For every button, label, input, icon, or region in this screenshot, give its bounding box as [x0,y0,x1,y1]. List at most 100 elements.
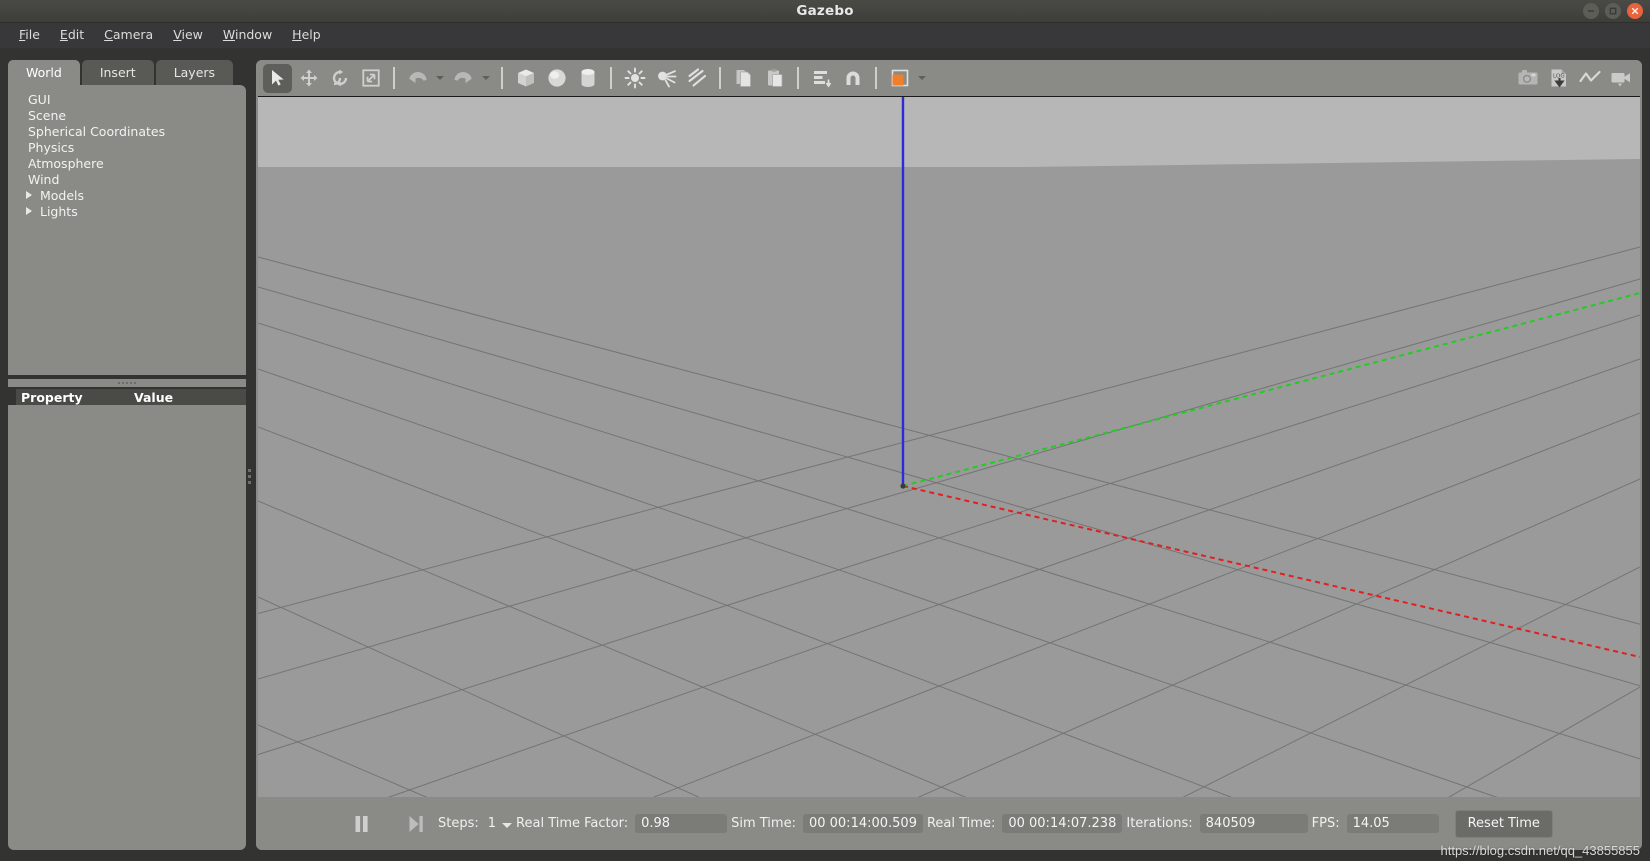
splitter-dot [122,382,124,384]
scale-icon [361,69,380,87]
expand-triangle-icon[interactable] [26,191,32,199]
tree-item-wind[interactable]: Wind [8,171,246,187]
chevron-down-icon [435,76,444,80]
iterations-value: 840509 [1199,814,1308,833]
step-forward-button[interactable] [402,811,428,837]
sim-time-label: Sim Time: [731,816,796,831]
tree-item-models[interactable]: Models [8,187,246,203]
chevron-down-icon [481,76,490,80]
insert-box-button[interactable] [511,64,540,93]
property-table-header: Property Value [16,389,246,405]
tree-item-label: Physics [28,139,75,155]
tab-world[interactable]: World [8,60,80,85]
step-forward-icon [409,815,423,832]
toolbar-separator [610,67,612,89]
redo-dropdown-button[interactable] [479,64,492,93]
tree-item-spherical-coordinates[interactable]: Spherical Coordinates [8,123,246,139]
column-header-property: Property [21,389,83,405]
cylinder-icon [581,69,594,87]
tab-layers[interactable]: Layers [155,60,234,85]
expand-triangle-icon[interactable] [26,207,32,215]
menu-edit[interactable]: Edit [51,25,93,46]
plot-line-icon [1578,70,1601,83]
menu-camera[interactable]: Camera [95,25,162,46]
insert-spot-light-button[interactable] [651,64,680,93]
insert-point-light-button[interactable] [620,64,649,93]
maximize-button[interactable] [1605,3,1621,19]
undo-arrow-icon [409,71,427,83]
menu-window[interactable]: Window [214,25,281,46]
close-button[interactable] [1627,3,1643,19]
reset-time-button[interactable]: Reset Time [1454,809,1553,838]
log-download-icon: LOG [1551,69,1566,88]
splitter-dot [126,382,128,384]
tree-item-label: Lights [40,203,78,219]
insert-sphere-button[interactable] [542,64,571,93]
redo-button[interactable] [449,64,478,93]
splitter-dot [134,382,136,384]
tree-item-lights[interactable]: Lights [8,203,246,219]
steps-dropdown-icon[interactable] [502,822,513,828]
steps-label: Steps: [438,816,479,831]
panel-tabs: World Insert Layers [8,60,235,85]
pause-icon [355,815,368,832]
real-time-label: Real Time: [926,816,996,831]
change-view-dropdown-button[interactable] [915,64,928,93]
rotate-icon [332,69,347,87]
simulation-status-bar: Steps: 1 Real Time Factor: 0.98 Sim Time… [256,797,1642,850]
undo-button[interactable] [403,64,432,93]
paste-button[interactable] [760,64,789,93]
redo-arrow-icon [454,71,472,83]
spot-light-icon [657,70,676,88]
copy-button[interactable] [729,64,758,93]
screenshot-button[interactable] [1513,64,1542,93]
tree-item-label: GUI [28,91,51,107]
log-record-button[interactable]: LOG [1544,64,1573,93]
tab-insert[interactable]: Insert [81,60,154,85]
camera-icon [1518,70,1537,85]
tree-item-scene[interactable]: Scene [8,107,246,123]
panel-horizontal-splitter[interactable] [8,379,246,387]
align-button[interactable] [807,64,836,93]
insert-directional-light-button[interactable] [682,64,711,93]
cursor-arrow-icon [271,70,284,86]
tree-item-physics[interactable]: Physics [8,139,246,155]
menu-file[interactable]: File [10,25,49,46]
steps-value[interactable]: 1 [488,816,496,831]
scale-mode-button[interactable] [356,64,385,93]
splitter-dot [247,468,251,472]
scene-graphics [258,97,1640,814]
toolbar-separator [393,67,395,89]
origin-marker [900,483,906,489]
minimize-button[interactable] [1583,3,1599,19]
translate-mode-button[interactable] [294,64,323,93]
toolbar-separator [719,67,721,89]
main-area: World Insert Layers GUI Scene Spherical … [0,48,1650,861]
tree-item-label: Spherical Coordinates [28,123,166,139]
toolbar-separator [875,67,877,89]
window-title: Gazebo [796,3,854,19]
tree-item-atmosphere[interactable]: Atmosphere [8,155,246,171]
property-table-body [8,405,246,850]
sphere-icon [547,69,566,87]
snap-button[interactable] [838,64,867,93]
align-icon [813,71,831,88]
undo-dropdown-button[interactable] [433,64,446,93]
3d-viewport[interactable] [258,96,1640,814]
select-mode-button[interactable] [263,63,292,93]
tree-item-label: Models [40,187,85,203]
fps-value: 14.05 [1346,814,1439,833]
panel-vertical-splitter[interactable] [246,456,252,496]
menu-help[interactable]: Help [283,25,330,46]
rotate-mode-button[interactable] [325,64,354,93]
insert-cylinder-button[interactable] [573,64,602,93]
tree-item-gui[interactable]: GUI [8,91,246,107]
menu-view[interactable]: View [164,25,212,46]
change-view-button[interactable] [885,64,914,93]
real-time-factor-label: Real Time Factor: [516,816,629,831]
plot-button[interactable] [1575,64,1604,93]
pause-button[interactable] [348,811,374,837]
video-record-button[interactable] [1606,64,1635,93]
move-arrows-icon [300,69,317,87]
splitter-dot [247,474,251,478]
